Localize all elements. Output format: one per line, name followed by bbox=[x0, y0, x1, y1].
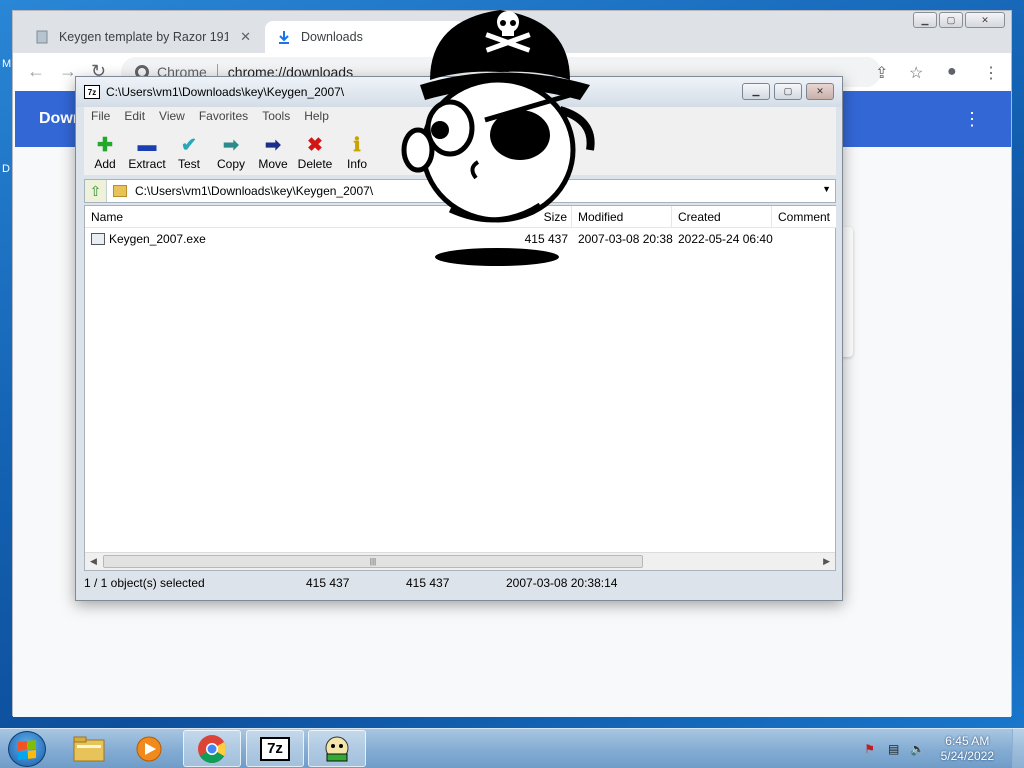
clock-date: 5/24/2022 bbox=[940, 749, 994, 763]
tab-keygen-template[interactable]: Keygen template by Razor 1911 - ✕ bbox=[23, 21, 263, 53]
horizontal-scrollbar[interactable]: ◀ ||| ▶ bbox=[85, 552, 835, 570]
taskbar-media-player[interactable] bbox=[120, 730, 178, 767]
copy-button[interactable]: ➡ Copy bbox=[210, 125, 252, 175]
scroll-right-icon[interactable]: ▶ bbox=[823, 556, 830, 567]
toolbar-label: Extract bbox=[128, 157, 166, 171]
more-icon[interactable]: ⋮ bbox=[963, 109, 981, 130]
desktop-icon-label[interactable]: M bbox=[2, 58, 11, 70]
start-button[interactable] bbox=[8, 731, 46, 767]
download-icon bbox=[277, 30, 291, 44]
sevenzip-icon: 7z bbox=[260, 736, 290, 761]
back-button[interactable]: ← bbox=[27, 61, 45, 82]
test-button[interactable]: ✔ Test bbox=[168, 125, 210, 175]
copy-icon: ➡ bbox=[223, 135, 239, 156]
windows-logo-icon bbox=[18, 740, 36, 760]
info-button[interactable]: ℹ Info bbox=[336, 125, 378, 175]
status-packed-size: 415 437 bbox=[406, 576, 450, 590]
taskbar: 7z ⚑ ▤ 🔈 6:45 AM 5/24/2022 bbox=[0, 728, 1024, 768]
file-name: Keygen_2007.exe bbox=[109, 232, 206, 246]
add-icon: ✚ bbox=[97, 135, 113, 156]
media-player-icon bbox=[136, 736, 162, 761]
keygen-icon bbox=[325, 736, 349, 761]
status-date: 2007-03-08 20:38:14 bbox=[506, 576, 618, 590]
toolbar-label: Test bbox=[177, 157, 200, 171]
file-comment bbox=[778, 230, 836, 248]
test-icon: ✔ bbox=[181, 135, 197, 156]
column-header-comment[interactable]: Comment bbox=[772, 206, 836, 228]
taskbar-keygen[interactable] bbox=[308, 730, 366, 767]
status-bar: 1 / 1 object(s) selected 415 437 415 437… bbox=[84, 573, 836, 593]
up-folder-icon[interactable]: ⇧ bbox=[85, 180, 107, 202]
taskbar-chrome[interactable] bbox=[183, 730, 241, 767]
extract-icon: ▬ bbox=[137, 135, 157, 156]
delete-icon: ✖ bbox=[307, 135, 323, 156]
clock-time: 6:45 AM bbox=[945, 734, 990, 748]
maximize-button[interactable]: ▢ bbox=[939, 12, 963, 28]
move-button[interactable]: ➡ Move bbox=[252, 125, 294, 175]
folder-icon bbox=[73, 736, 105, 761]
info-icon: ℹ bbox=[353, 135, 361, 156]
menu-icon[interactable]: ⋮ bbox=[983, 63, 999, 83]
extract-button[interactable]: ▬ Extract bbox=[126, 125, 168, 175]
sevenzip-app-icon: 7z bbox=[84, 85, 100, 99]
scroll-left-icon[interactable]: ◀ bbox=[90, 556, 97, 567]
scrollbar-thumb[interactable]: ||| bbox=[103, 555, 643, 568]
network-icon[interactable]: ▤ bbox=[885, 742, 903, 756]
dropdown-arrow-icon[interactable]: ▼ bbox=[822, 184, 831, 194]
menu-file[interactable]: File bbox=[84, 109, 117, 123]
show-desktop-button[interactable] bbox=[1012, 729, 1024, 768]
taskbar-7zip[interactable]: 7z bbox=[246, 730, 304, 767]
sevenzip-window-controls: ▁ ▢ ✕ bbox=[742, 83, 834, 100]
file-created: 2022-05-24 06:40 bbox=[678, 232, 773, 246]
maximize-button[interactable]: ▢ bbox=[774, 83, 802, 100]
tab-title: Downloads bbox=[301, 30, 363, 44]
page-icon bbox=[35, 30, 49, 44]
profile-icon[interactable]: ● bbox=[947, 63, 957, 81]
delete-button[interactable]: ✖ Delete bbox=[294, 125, 336, 175]
toolbar-label: Move bbox=[258, 157, 288, 171]
toolbar-label: Delete bbox=[297, 157, 333, 171]
move-icon: ➡ bbox=[265, 135, 281, 156]
menu-edit[interactable]: Edit bbox=[117, 109, 152, 123]
desktop-icon-label[interactable]: D bbox=[2, 163, 10, 175]
menu-tools[interactable]: Tools bbox=[255, 109, 297, 123]
window-title: C:\Users\vm1\Downloads\key\Keygen_2007\ bbox=[106, 85, 345, 99]
close-icon[interactable]: ✕ bbox=[240, 29, 251, 45]
volume-icon[interactable]: 🔈 bbox=[909, 742, 927, 756]
minimize-button[interactable]: ▁ bbox=[913, 12, 937, 28]
menu-view[interactable]: View bbox=[152, 109, 192, 123]
tab-title: Keygen template by Razor 1911 - bbox=[58, 30, 229, 44]
column-header-created[interactable]: Created bbox=[672, 206, 772, 228]
status-selection: 1 / 1 object(s) selected bbox=[84, 576, 205, 590]
toolbar-label: Add bbox=[94, 157, 116, 171]
share-icon[interactable]: ⇪ bbox=[875, 63, 888, 83]
file-name-cell: Keygen_2007.exe bbox=[85, 230, 385, 248]
clock[interactable]: 6:45 AM 5/24/2022 bbox=[941, 734, 994, 764]
taskbar-explorer[interactable] bbox=[60, 730, 118, 767]
close-button[interactable]: ✕ bbox=[965, 12, 1005, 28]
toolbar-label: Copy bbox=[216, 157, 245, 171]
address-path: C:\Users\vm1\Downloads\key\Keygen_2007\ bbox=[135, 184, 374, 198]
toolbar-label: Info bbox=[346, 157, 367, 171]
menu-help[interactable]: Help bbox=[297, 109, 336, 123]
action-center-flag-icon[interactable]: ⚑ bbox=[861, 742, 879, 756]
exe-file-icon bbox=[91, 233, 105, 245]
chrome-icon bbox=[198, 734, 226, 763]
folder-icon bbox=[113, 185, 127, 197]
minimize-button[interactable]: ▁ bbox=[742, 83, 770, 100]
status-size: 415 437 bbox=[306, 576, 350, 590]
chrome-window-controls: ▁ ▢ ✕ bbox=[913, 12, 1005, 28]
menu-favorites[interactable]: Favorites bbox=[192, 109, 255, 123]
bookmark-star-icon[interactable]: ☆ bbox=[909, 63, 923, 83]
close-button[interactable]: ✕ bbox=[806, 83, 834, 100]
system-tray: ⚑ ▤ 🔈 6:45 AM 5/24/2022 bbox=[861, 729, 1024, 768]
add-button[interactable]: ✚ Add bbox=[84, 125, 126, 175]
pirate-mascot-image[interactable] bbox=[390, 0, 610, 270]
